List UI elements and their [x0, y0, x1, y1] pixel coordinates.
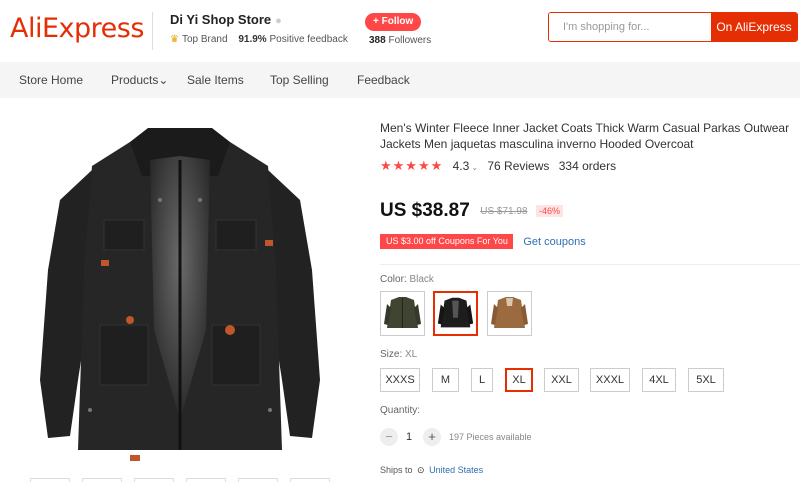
follow-button[interactable]: + Follow: [365, 13, 422, 31]
thumbnail[interactable]: [238, 478, 278, 482]
size-option-xl[interactable]: XL: [505, 368, 533, 392]
product-main-image[interactable]: [30, 120, 330, 465]
size-option-4xl[interactable]: 4XL: [642, 368, 676, 392]
search-input[interactable]: [549, 13, 714, 41]
ships-to-country-link[interactable]: United States: [429, 465, 483, 475]
nav-products-label: Products: [111, 73, 159, 87]
jacket-thumbnail-icon: [384, 297, 421, 328]
top-brand-label: Top Brand: [181, 34, 228, 45]
thumbnail-strip: [30, 478, 330, 482]
ships-to-row: Ships to ⊙ United States: [380, 465, 483, 476]
location-pin-icon: ⊙: [417, 465, 425, 475]
store-meta: ♛ Top Brand 91.9% Positive feedback: [170, 34, 348, 45]
get-coupons-link[interactable]: Get coupons: [523, 236, 585, 248]
color-swatch-khaki[interactable]: [487, 291, 532, 336]
quantity-decrease-button[interactable]: −: [380, 428, 398, 446]
orders-count: 334 orders: [558, 159, 617, 173]
price-row: US $38.87 US $71.98 -46%: [380, 200, 563, 222]
rating-score[interactable]: 4.3 ⌄: [453, 159, 478, 173]
size-value: XL: [405, 349, 418, 360]
positive-feedback-label: Positive feedback: [269, 34, 348, 45]
thumbnail[interactable]: [30, 478, 70, 482]
quantity-value[interactable]: 1: [406, 431, 412, 443]
current-price: US $38.87: [380, 200, 470, 221]
followers-info: 388 Followers: [369, 35, 431, 46]
search-button[interactable]: On AliExpress: [711, 13, 797, 41]
color-swatch-black[interactable]: [433, 291, 478, 336]
quantity-label: Quantity:: [380, 405, 421, 416]
pieces-available: 197 Pieces available: [449, 432, 532, 442]
followers-count: 388: [369, 35, 386, 46]
product-title: Men's Winter Fleece Inner Jacket Coats T…: [380, 121, 790, 151]
nav-top-selling[interactable]: Top Selling: [270, 73, 329, 87]
rating-value: 4.3: [452, 159, 470, 173]
nav-products[interactable]: Products⌄: [111, 73, 168, 87]
size-option-xxxl[interactable]: XXXL: [590, 368, 630, 392]
coupon-row: US $3.00 off Coupons For You Get coupons: [380, 233, 586, 250]
size-option-xxl[interactable]: XXL: [544, 368, 579, 392]
followers-label: Followers: [388, 35, 432, 46]
ships-to-label: Ships to: [380, 465, 413, 475]
size-option-m[interactable]: M: [432, 368, 459, 392]
color-value: Black: [409, 274, 434, 285]
jacket-thumbnail-icon: [437, 297, 474, 328]
store-name-text[interactable]: Di Yi Shop Store: [170, 12, 271, 27]
size-label-text: Size:: [380, 349, 403, 360]
header-divider: [152, 12, 153, 50]
search-bar: On AliExpress: [548, 12, 798, 42]
rating-row: ★★★★★ 4.3 ⌄ 76 Reviews 334 orders: [380, 158, 616, 174]
reviews-link[interactable]: 76 Reviews: [487, 159, 549, 173]
chevron-down-icon: ⌄: [158, 73, 169, 87]
crown-icon: ♛: [170, 34, 179, 45]
discount-badge: -46%: [535, 205, 563, 217]
color-label-text: Color:: [380, 274, 407, 285]
size-option-xxxs[interactable]: XXXS: [380, 368, 420, 392]
store-status-dot-icon: ●: [275, 15, 282, 27]
size-option-l[interactable]: L: [471, 368, 493, 392]
color-label: Color: Black: [380, 274, 434, 285]
thumbnail[interactable]: [290, 478, 330, 482]
rating-stars-icon: ★★★★★: [380, 158, 444, 173]
thumbnail[interactable]: [82, 478, 122, 482]
coupon-tag: US $3.00 off Coupons For You: [380, 234, 513, 250]
section-divider: [380, 264, 800, 265]
size-label: Size: XL: [380, 349, 417, 360]
quantity-increase-button[interactable]: +: [423, 428, 441, 446]
original-price: US $71.98: [480, 205, 528, 217]
size-option-5xl[interactable]: 5XL: [688, 368, 724, 392]
store-header: AliExpress Di Yi Shop Store ● ♛ Top Brand …: [0, 0, 800, 62]
chevron-down-icon: ⌄: [471, 163, 479, 172]
nav-feedback[interactable]: Feedback: [357, 73, 410, 87]
nav-store-home[interactable]: Store Home: [19, 73, 83, 87]
aliexpress-logo[interactable]: AliExpress: [10, 13, 144, 44]
jacket-thumbnail-icon: [491, 297, 528, 328]
color-swatch-army-green[interactable]: [380, 291, 425, 336]
thumbnail[interactable]: [134, 478, 174, 482]
store-nav: Store Home Products⌄ Sale Items Top Sell…: [0, 62, 800, 98]
nav-sale-items[interactable]: Sale Items: [187, 73, 244, 87]
store-name[interactable]: Di Yi Shop Store ●: [170, 12, 282, 27]
positive-feedback-percent: 91.9%: [238, 34, 267, 45]
thumbnail[interactable]: [186, 478, 226, 482]
